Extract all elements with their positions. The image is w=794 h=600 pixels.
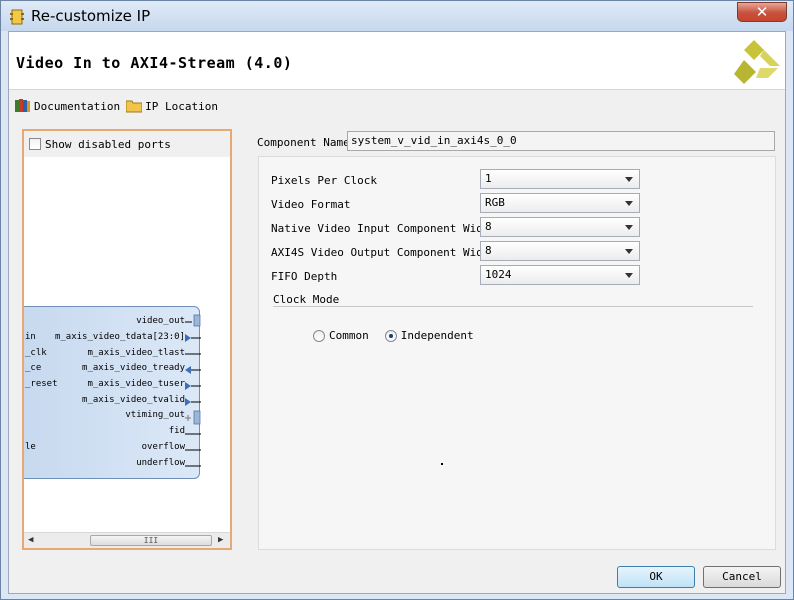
chevron-down-icon: [625, 201, 633, 206]
common-label[interactable]: Common: [329, 329, 369, 342]
port-overflow: overflow: [141, 442, 185, 452]
show-disabled-ports-checkbox[interactable]: [29, 138, 41, 150]
stray-dot: [441, 463, 443, 465]
native-width-label: Native Video Input Component Width: [271, 222, 497, 235]
axi4s-width-value: 8: [485, 244, 492, 257]
chevron-down-icon: [625, 249, 633, 254]
fifo-depth-select[interactable]: 1024: [480, 265, 640, 285]
chevron-down-icon: [625, 273, 633, 278]
pixels-per-clock-select[interactable]: 1: [480, 169, 640, 189]
native-width-value: 8: [485, 220, 492, 233]
common-radio[interactable]: [313, 329, 325, 342]
scroll-right-icon[interactable]: ▶: [218, 535, 223, 545]
close-button[interactable]: ✕: [737, 2, 787, 22]
close-icon: ✕: [755, 3, 769, 21]
port-left-clk: _clk: [25, 348, 47, 358]
video-format-label: Video Format: [271, 198, 351, 211]
ip-symbol-preview[interactable]: video_out m_axis_video_tdata[23:0] m_axi…: [24, 157, 230, 532]
port-tready: m_axis_video_tready: [82, 363, 185, 373]
port-left-ce: _ce: [25, 363, 42, 373]
component-name-label: Component Name: [257, 136, 350, 149]
folder-icon: [126, 100, 143, 113]
doc-links: Documentation IP Location: [15, 97, 224, 115]
pixels-per-clock-value: 1: [485, 172, 492, 185]
documentation-link[interactable]: Documentation: [15, 99, 120, 113]
scroll-thumb[interactable]: III: [90, 535, 212, 546]
ok-button[interactable]: OK: [617, 566, 695, 588]
clock-mode-divider: [273, 306, 753, 307]
port-underflow: underflow: [136, 458, 185, 468]
port-vtiming-out: vtiming_out: [125, 410, 185, 420]
video-format-value: RGB: [485, 196, 505, 209]
ip-header: Video In to AXI4-Stream (4.0): [9, 32, 785, 90]
dialog-content: Video In to AXI4-Stream (4.0) Documentat…: [8, 31, 786, 594]
clock-mode-options: Common Independent: [313, 329, 490, 342]
port-tlast: m_axis_video_tlast: [87, 348, 185, 358]
documentation-label: Documentation: [34, 99, 121, 113]
port-left-in: in: [25, 332, 36, 342]
ip-icon: [10, 9, 24, 25]
axi4s-width-label: AXI4S Video Output Component Width: [271, 246, 497, 259]
native-width-select[interactable]: 8: [480, 217, 640, 237]
port-fid: fid: [168, 426, 185, 436]
chevron-down-icon: [625, 225, 633, 230]
axi4s-width-select[interactable]: 8: [480, 241, 640, 261]
ip-location-label: IP Location: [145, 99, 218, 113]
horizontal-scrollbar[interactable]: ◀ III ▶: [24, 532, 230, 548]
video-format-select[interactable]: RGB: [480, 193, 640, 213]
independent-radio[interactable]: [384, 329, 397, 342]
port-tvalid: m_axis_video_tvalid: [82, 395, 185, 405]
show-disabled-ports-label: Show disabled ports: [45, 137, 171, 151]
parameters-panel: Pixels Per Clock 1 Video Format RGB Nati…: [258, 156, 776, 550]
port-connectors: [185, 314, 201, 467]
title-bar[interactable]: Re-customize IP ✕: [1, 1, 793, 31]
ip-location-link[interactable]: IP Location: [126, 99, 218, 113]
cancel-button[interactable]: Cancel: [703, 566, 781, 588]
ip-title: Video In to AXI4-Stream (4.0): [16, 54, 293, 72]
symbol-panel: Show disabled ports video_out m_axis_vid…: [22, 129, 232, 550]
show-disabled-ports[interactable]: Show disabled ports: [24, 131, 230, 157]
scroll-left-icon[interactable]: ◀: [28, 535, 33, 545]
clock-mode-title: Clock Mode: [273, 293, 340, 306]
port-video-out: video_out: [136, 316, 185, 326]
fifo-depth-value: 1024: [485, 268, 512, 281]
ip-block-symbol: video_out m_axis_video_tdata[23:0] m_axi…: [24, 306, 201, 479]
port-left-reset: _reset: [25, 379, 58, 389]
window-title: Re-customize IP: [31, 7, 151, 25]
independent-label[interactable]: Independent: [401, 329, 474, 342]
port-tuser: m_axis_video_tuser: [87, 379, 185, 389]
port-tdata: m_axis_video_tdata[23:0]: [54, 332, 185, 342]
component-name-field[interactable]: system_v_vid_in_axi4s_0_0: [347, 131, 775, 151]
books-icon: [15, 99, 30, 112]
fifo-depth-label: FIFO Depth: [271, 270, 338, 283]
pixels-per-clock-label: Pixels Per Clock: [271, 174, 377, 187]
port-left-le: le: [25, 442, 36, 452]
dialog-window: Re-customize IP ✕ Video In to AXI4-Strea…: [0, 0, 794, 600]
chevron-down-icon: [625, 177, 633, 182]
xilinx-logo-icon: [734, 40, 780, 84]
